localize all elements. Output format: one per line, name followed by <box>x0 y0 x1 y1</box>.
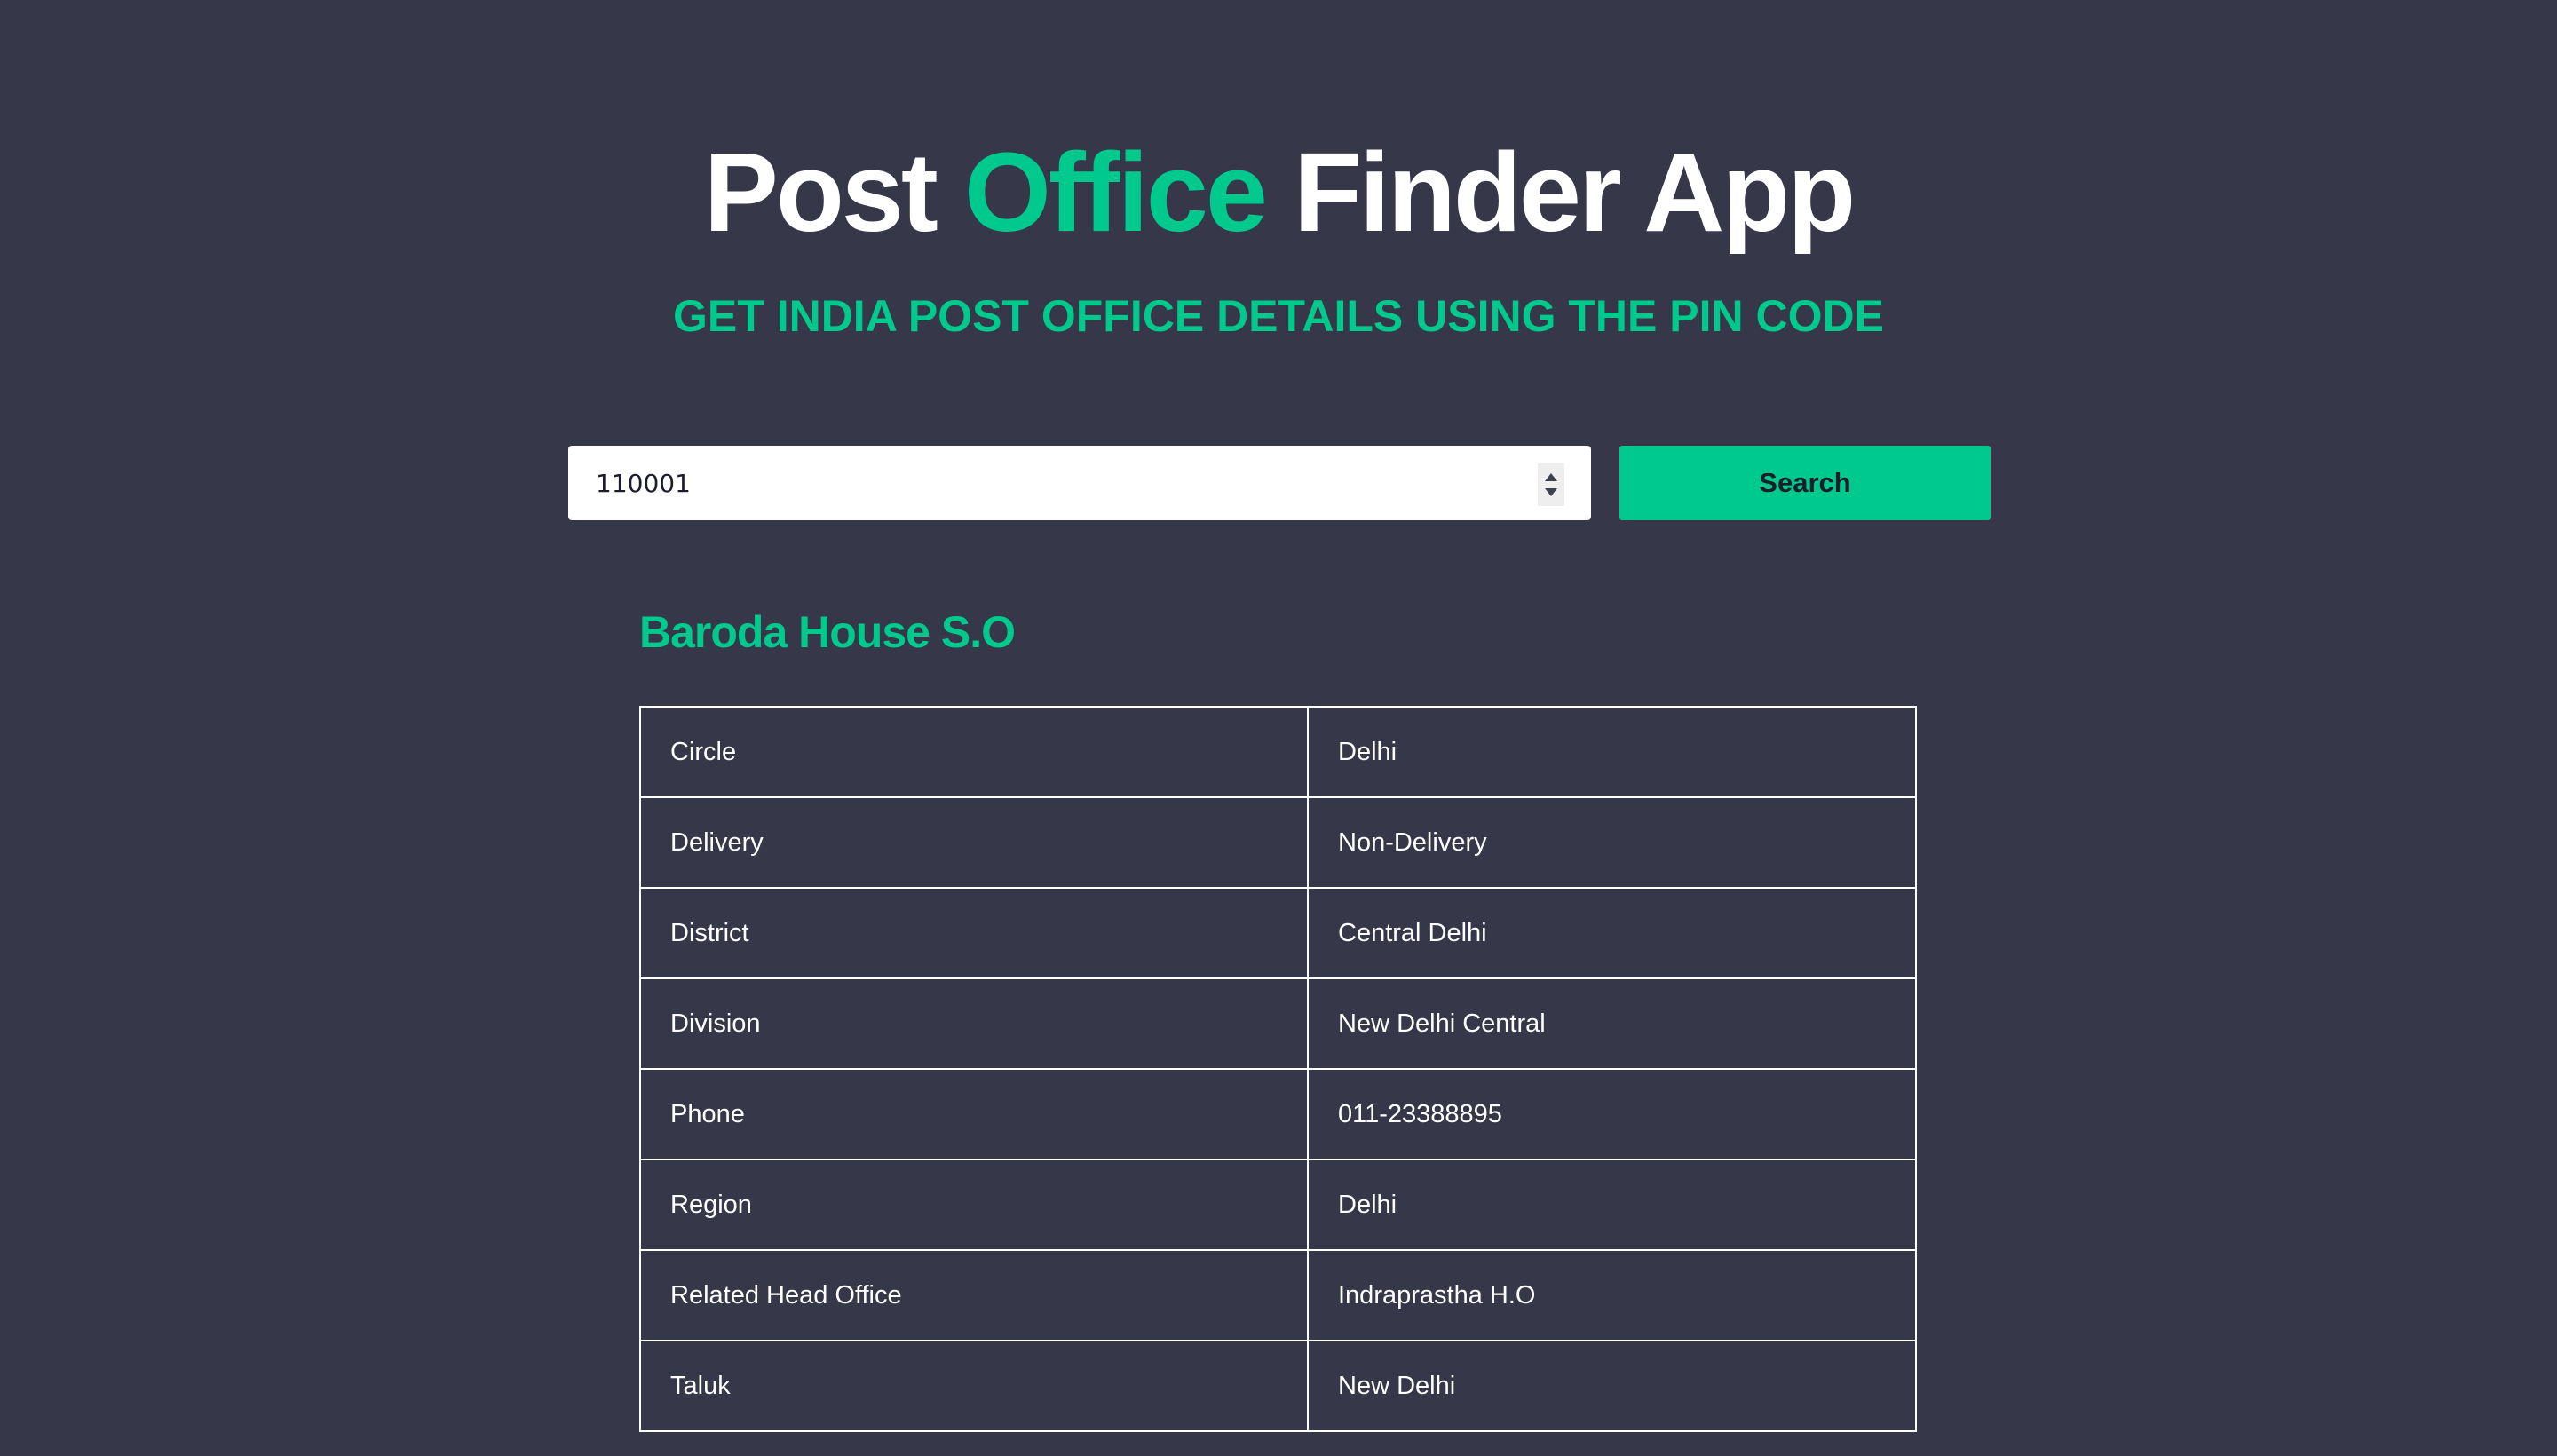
row-value: Delhi <box>1307 1159 1917 1251</box>
row-value: Central Delhi <box>1307 887 1917 979</box>
row-value: Indraprastha H.O <box>1307 1249 1917 1341</box>
row-value: Delhi <box>1307 706 1917 798</box>
row-key: Region <box>639 1159 1309 1251</box>
row-value: Non-Delivery <box>1307 796 1917 889</box>
title-part-2: Finder App <box>1264 130 1856 255</box>
row-value: New Delhi Central <box>1307 977 1917 1070</box>
number-spinner <box>1538 463 1564 506</box>
table-row: Related Head Office Indraprastha H.O <box>639 1249 1917 1341</box>
row-key: District <box>639 887 1309 979</box>
title-part-1: Post <box>703 130 964 255</box>
row-key: Delivery <box>639 796 1309 889</box>
table-row: Division New Delhi Central <box>639 977 1917 1070</box>
table-row: Delivery Non-Delivery <box>639 796 1917 889</box>
table-row: District Central Delhi <box>639 887 1917 979</box>
row-key: Phone <box>639 1068 1309 1160</box>
search-bar: Search <box>568 446 1991 520</box>
app-title: Post Office Finder App <box>0 126 2557 259</box>
page: Post Office Finder App GET INDIA POST OF… <box>0 0 2557 1456</box>
row-key: Circle <box>639 706 1309 798</box>
title-accent: Office <box>963 130 1268 255</box>
table-row: Phone 011-23388895 <box>639 1068 1917 1160</box>
post-office-details-table: Circle Delhi Delivery Non-Delivery Distr… <box>639 706 1917 1432</box>
decrement-arrow-icon[interactable] <box>1545 488 1557 496</box>
increment-arrow-icon[interactable] <box>1545 473 1557 481</box>
row-value: New Delhi <box>1307 1340 1917 1432</box>
row-key: Taluk <box>639 1340 1309 1432</box>
search-button[interactable]: Search <box>1619 446 1991 520</box>
row-value: 011-23388895 <box>1307 1068 1917 1160</box>
pincode-field <box>568 446 1591 520</box>
app-subtitle: GET INDIA POST OFFICE DETAILS USING THE … <box>673 291 1884 341</box>
post-office-name: Baroda House S.O <box>639 607 1016 657</box>
row-key: Division <box>639 977 1309 1070</box>
table-row: Circle Delhi <box>639 706 1917 798</box>
pincode-input[interactable] <box>568 446 1509 520</box>
table-row: Region Delhi <box>639 1159 1917 1251</box>
table-row: Taluk New Delhi <box>639 1340 1917 1432</box>
row-key: Related Head Office <box>639 1249 1309 1341</box>
